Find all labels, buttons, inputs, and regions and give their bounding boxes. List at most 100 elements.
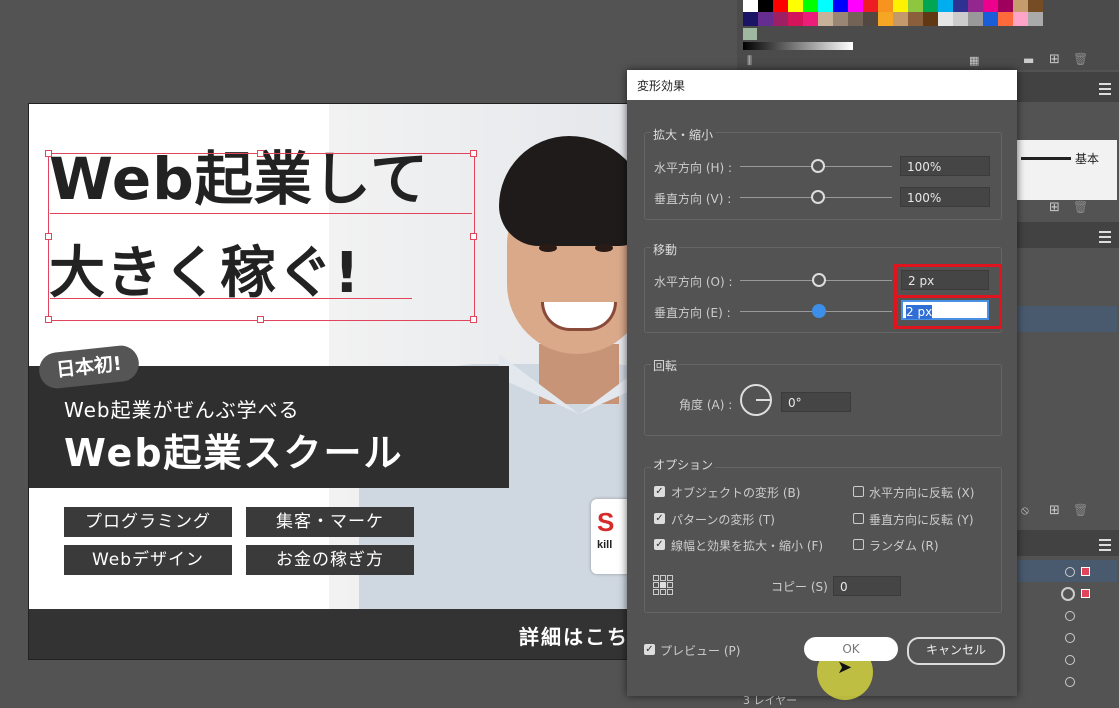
reflect-x-checkbox[interactable] (853, 486, 864, 497)
no-icon[interactable]: ⦸ (1021, 503, 1029, 518)
color-swatch[interactable] (803, 12, 818, 26)
color-swatch[interactable] (893, 12, 908, 26)
tag-webdesign: Webデザイン (64, 545, 232, 575)
folder-icon[interactable]: ▬ (1023, 53, 1034, 67)
move-h-slider[interactable] (812, 273, 826, 287)
swatches-panel: ⫼ ▦ ▬ ⊞ 🗑 (737, 0, 1119, 70)
move-v-label: 垂直方向 (E) : (654, 306, 731, 320)
move-h-input[interactable]: 2 px (901, 270, 989, 290)
selection-handle[interactable] (257, 150, 264, 157)
random-label[interactable]: ランダム (R) (869, 537, 939, 554)
mouse-cursor-icon: ➤ (837, 657, 853, 678)
transform-objects-label[interactable]: オブジェクトの変形 (B) (671, 484, 800, 501)
selection-indicator[interactable] (1081, 589, 1090, 598)
transform-effect-dialog: 変形効果 拡大・縮小 水平方向 (H) : 100% 垂直方向 (V) : 10… (627, 70, 1017, 700)
stroke-line (1021, 157, 1071, 160)
color-swatch[interactable] (788, 12, 803, 26)
scale-strokes-checkbox[interactable]: ✓ (654, 539, 665, 550)
trash-icon[interactable]: 🗑 (1073, 52, 1088, 66)
scale-strokes-label[interactable]: 線幅と効果を拡大・縮小 (F) (671, 537, 823, 554)
preview-label[interactable]: プレビュー (P) (660, 642, 740, 659)
selection-bounding-box[interactable] (48, 153, 475, 321)
footer-bar: 詳細はこち (29, 609, 729, 659)
color-swatch[interactable] (848, 12, 863, 26)
angle-dial[interactable] (740, 384, 772, 416)
layer-target-icon[interactable] (1065, 677, 1075, 687)
scale-v-slider[interactable] (811, 190, 825, 204)
color-swatch[interactable] (818, 12, 833, 26)
canvas-workspace[interactable]: S kill Web起業して 大きく稼ぐ! Web起業がぜんぶ学べる Web起業… (0, 0, 730, 703)
artboard[interactable]: S kill Web起業して 大きく稼ぐ! Web起業がぜんぶ学べる Web起業… (28, 103, 730, 660)
selection-handle[interactable] (45, 150, 52, 157)
grayscale-swatches[interactable] (743, 42, 853, 50)
random-checkbox[interactable] (853, 539, 864, 550)
color-swatch[interactable] (923, 12, 938, 26)
layer-row-selected[interactable] (1017, 560, 1117, 582)
selection-handle[interactable] (470, 233, 477, 240)
stroke-preview[interactable]: 基本 (1017, 140, 1117, 200)
scale-h-slider[interactable] (811, 159, 825, 173)
transform-patterns-checkbox[interactable]: ✓ (654, 513, 665, 524)
color-swatch[interactable] (953, 12, 968, 26)
move-v-input[interactable]: 2 px (901, 300, 989, 320)
color-swatch[interactable] (878, 12, 893, 26)
trash-icon[interactable]: 🗑 (1073, 503, 1088, 517)
reflect-x-label[interactable]: 水平方向に反転 (X) (869, 484, 974, 501)
pattern-swatch[interactable] (743, 28, 757, 40)
selection-indicator[interactable] (1081, 567, 1090, 576)
dialog-titlebar[interactable]: 変形効果 (627, 70, 1017, 100)
reference-point-icon[interactable] (653, 575, 673, 595)
selection-handle[interactable] (257, 316, 264, 323)
rotate-group-label: 回転 (651, 357, 680, 374)
color-swatch[interactable] (1028, 12, 1043, 26)
selection-handle[interactable] (470, 316, 477, 323)
footer-text: 詳細はこち (519, 625, 629, 649)
trash-icon[interactable]: 🗑 (1073, 200, 1088, 214)
selected-row[interactable] (1017, 306, 1117, 332)
color-swatch[interactable] (863, 12, 878, 26)
new-brush-icon[interactable]: ⊞ (1049, 200, 1060, 215)
color-swatch[interactable] (833, 12, 848, 26)
layer-target-icon[interactable] (1065, 655, 1075, 665)
swatch-options-icon[interactable]: ▦ (969, 54, 979, 67)
layer-target-icon[interactable] (1065, 633, 1075, 643)
selection-handle[interactable] (45, 316, 52, 323)
copies-input[interactable]: 0 (833, 576, 901, 596)
color-swatch[interactable] (743, 12, 758, 26)
selection-handle[interactable] (45, 233, 52, 240)
layer-target-icon[interactable] (1061, 587, 1075, 601)
stroke-label: 基本 (1075, 152, 1100, 166)
color-swatch[interactable] (983, 12, 998, 26)
layer-target-icon[interactable] (1065, 567, 1075, 577)
selection-handle[interactable] (470, 150, 477, 157)
layer-target-icon[interactable] (1065, 611, 1075, 621)
color-swatch[interactable] (938, 12, 953, 26)
reflect-y-checkbox[interactable] (853, 513, 864, 524)
photo-eye-left (539, 244, 557, 252)
angle-input[interactable]: 0° (781, 392, 851, 412)
cancel-button[interactable]: キャンセル (907, 637, 1005, 665)
panel-menu-icon[interactable] (1099, 231, 1111, 243)
panel-menu-icon[interactable] (1099, 83, 1111, 95)
transform-objects-checkbox[interactable]: ✓ (654, 486, 665, 497)
scale-h-input[interactable]: 100% (900, 156, 990, 176)
scale-v-input[interactable]: 100% (900, 187, 990, 207)
color-swatch[interactable] (1013, 12, 1028, 26)
panel-menu-icon[interactable] (1099, 539, 1111, 551)
tag-programming: プログラミング (64, 507, 232, 537)
transform-patterns-label[interactable]: パターンの変形 (T) (671, 511, 775, 528)
move-v-slider[interactable] (812, 304, 826, 318)
swatch-library-icon[interactable]: ⫼ (747, 54, 752, 68)
reflect-y-label[interactable]: 垂直方向に反転 (Y) (869, 511, 974, 528)
color-swatch[interactable] (998, 12, 1013, 26)
color-swatch[interactable] (758, 12, 773, 26)
scale-h-label: 水平方向 (H) : (654, 161, 733, 175)
title-band: Web起業がぜんぶ学べる Web起業スクール (29, 366, 509, 488)
new-item-icon[interactable]: ⊞ (1049, 503, 1060, 518)
color-swatch[interactable] (773, 12, 788, 26)
angle-label: 角度 (A) : (679, 398, 733, 412)
new-swatch-icon[interactable]: ⊞ (1049, 52, 1060, 67)
color-swatch[interactable] (908, 12, 923, 26)
preview-checkbox[interactable]: ✓ (644, 644, 655, 655)
color-swatch[interactable] (968, 12, 983, 26)
